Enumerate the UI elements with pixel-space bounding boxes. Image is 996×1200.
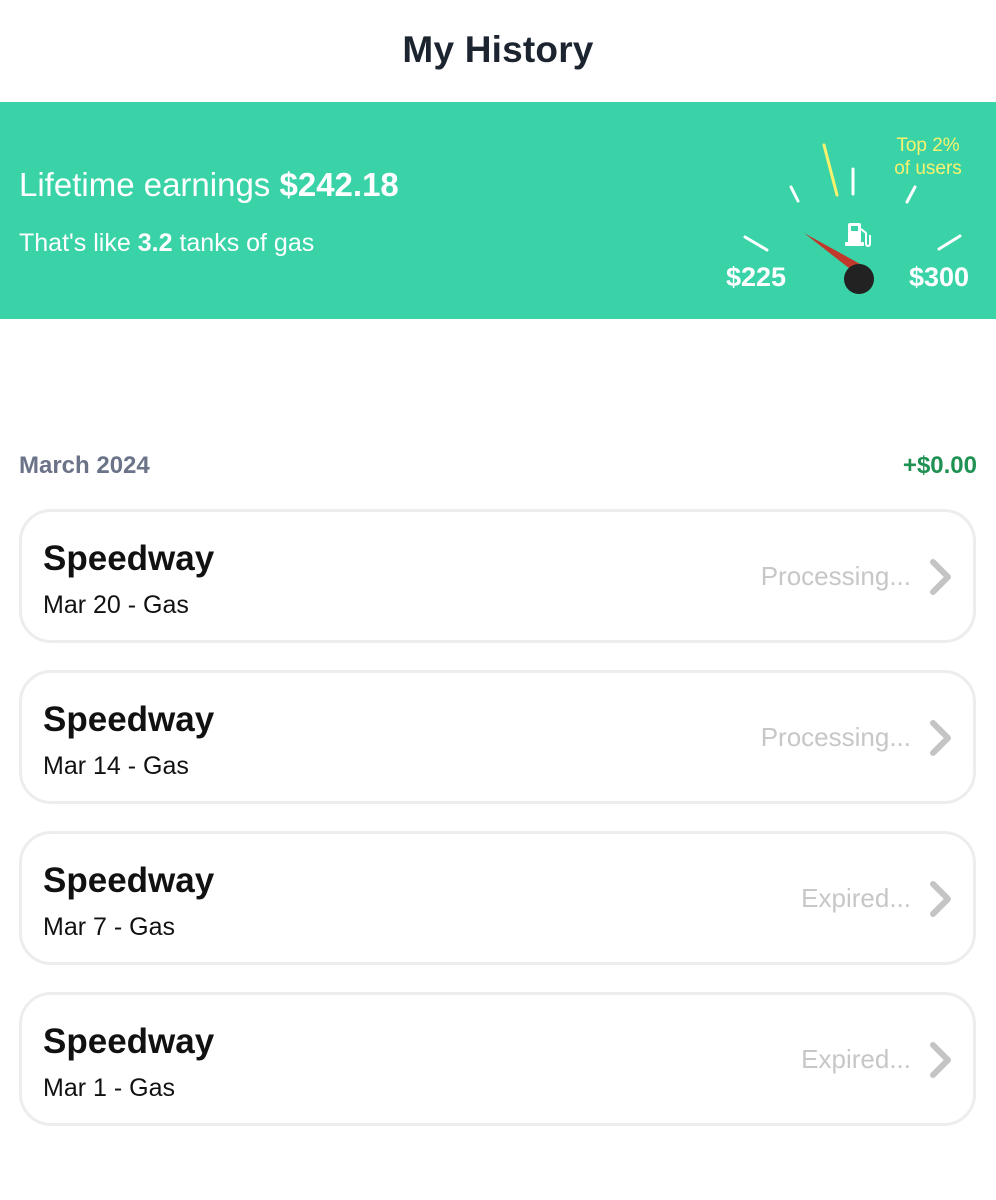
lifetime-earnings-amount: $242.18: [279, 166, 399, 203]
gauge-min-label: $225: [726, 262, 787, 292]
tanks-suffix: tanks of gas: [179, 229, 315, 257]
gauge-tick: [743, 235, 769, 252]
merchant-name: Speedway: [43, 539, 215, 578]
tanks-prefix: That's like: [19, 229, 131, 257]
transaction-card[interactable]: Speedway Mar 1 - Gas Expired...: [19, 992, 976, 1126]
transaction-card[interactable]: Speedway Mar 20 - Gas Processing...: [19, 509, 976, 643]
chevron-right-icon[interactable]: [928, 1040, 954, 1080]
lifetime-earnings: Lifetime earnings $242.18: [19, 166, 399, 204]
gauge-top-line1: Top 2%: [896, 135, 960, 156]
transaction-card[interactable]: Speedway Mar 14 - Gas Processing...: [19, 670, 976, 804]
merchant-name: Speedway: [43, 700, 215, 739]
gauge-top-line2: of users: [894, 158, 962, 179]
month-total: +$0.00: [902, 452, 977, 479]
gauge-tick: [789, 185, 800, 203]
transaction-detail: Mar 14 - Gas: [43, 752, 189, 780]
page-title: My History: [402, 29, 594, 70]
gauge-tick: [937, 234, 962, 251]
gauge-top-label: Top 2% of users: [882, 134, 974, 180]
transaction-status: Expired...: [801, 1044, 911, 1074]
tanks-of-gas: That's like 3.2 tanks of gas: [19, 229, 314, 258]
fuel-gauge: $225 $300 Top 2% of users: [700, 102, 996, 319]
chevron-right-icon[interactable]: [928, 718, 954, 758]
header: My History: [0, 0, 996, 102]
month-title: March 2024: [19, 452, 150, 479]
transaction-status: Processing...: [760, 561, 911, 591]
transaction-detail: Mar 1 - Gas: [43, 1074, 175, 1102]
merchant-name: Speedway: [43, 1022, 215, 1061]
transaction-status: Processing...: [760, 722, 911, 752]
transaction-card[interactable]: Speedway Mar 7 - Gas Expired...: [19, 831, 976, 965]
gauge-max-label: $300: [909, 262, 970, 292]
month-section-header: March 2024 +$0.00: [19, 452, 977, 480]
gauge-top-marker: [822, 143, 839, 197]
transaction-detail: Mar 7 - Gas: [43, 913, 175, 941]
merchant-name: Speedway: [43, 861, 215, 900]
chevron-right-icon[interactable]: [928, 557, 954, 597]
tanks-value: 3.2: [137, 229, 173, 257]
transaction-list: Speedway Mar 20 - Gas Processing... Spee…: [19, 509, 977, 1153]
transaction-status: Expired...: [801, 883, 911, 913]
gauge-tick: [905, 185, 917, 204]
earnings-banner: Lifetime earnings $242.18 That's like 3.…: [0, 102, 996, 319]
chevron-right-icon[interactable]: [928, 879, 954, 919]
fuel-pump-icon: [845, 223, 871, 248]
lifetime-earnings-label: Lifetime earnings: [19, 166, 271, 203]
transaction-detail: Mar 20 - Gas: [43, 591, 189, 619]
gauge-hub: [844, 264, 874, 294]
